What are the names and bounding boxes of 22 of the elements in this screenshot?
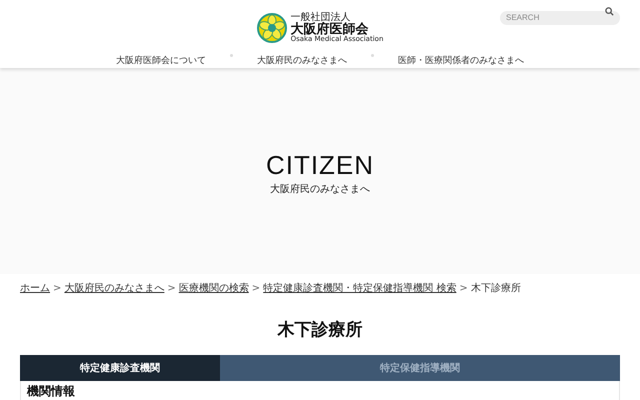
nav-link[interactable]: 大阪府医師会について (116, 54, 206, 67)
flower-logo-icon[interactable] (256, 13, 287, 43)
breadcrumb-separator: > (167, 282, 176, 294)
page-title: 木下診療所 (276, 322, 364, 339)
search-field[interactable]: SEARCH (500, 10, 620, 24)
breadcrumb-separator: > (53, 282, 62, 294)
logo-kicker: 一般社団法人 (290, 13, 351, 23)
breadcrumb-link[interactable]: 医療機関の検索 (178, 281, 249, 295)
section-heading: 機関情報 (27, 383, 76, 400)
breadcrumb-separator: > (459, 282, 468, 294)
breadcrumb-separator: > (252, 282, 260, 294)
tab[interactable]: 特定健康診査機関 (20, 355, 220, 381)
search-icon[interactable] (605, 7, 614, 16)
breadcrumb-current: 木下診療所 (470, 282, 521, 295)
breadcrumb-link[interactable]: ホーム (20, 281, 50, 295)
breadcrumb-link[interactable]: 特定健康診査機関・特定保健指導機関 検索 (263, 281, 456, 295)
hero-subtitle: 大阪府民のみなさまへ (270, 182, 370, 196)
breadcrumb-link[interactable]: 大阪府民のみなさまへ (64, 281, 164, 295)
hero-title: CITIZEN (266, 152, 374, 178)
nav-link[interactable]: 医師・医療関係者のみなさまへ (398, 54, 524, 67)
nav-link[interactable]: 大阪府民のみなさまへ (257, 54, 347, 67)
logo-name: 大阪府医師会 (290, 23, 369, 36)
